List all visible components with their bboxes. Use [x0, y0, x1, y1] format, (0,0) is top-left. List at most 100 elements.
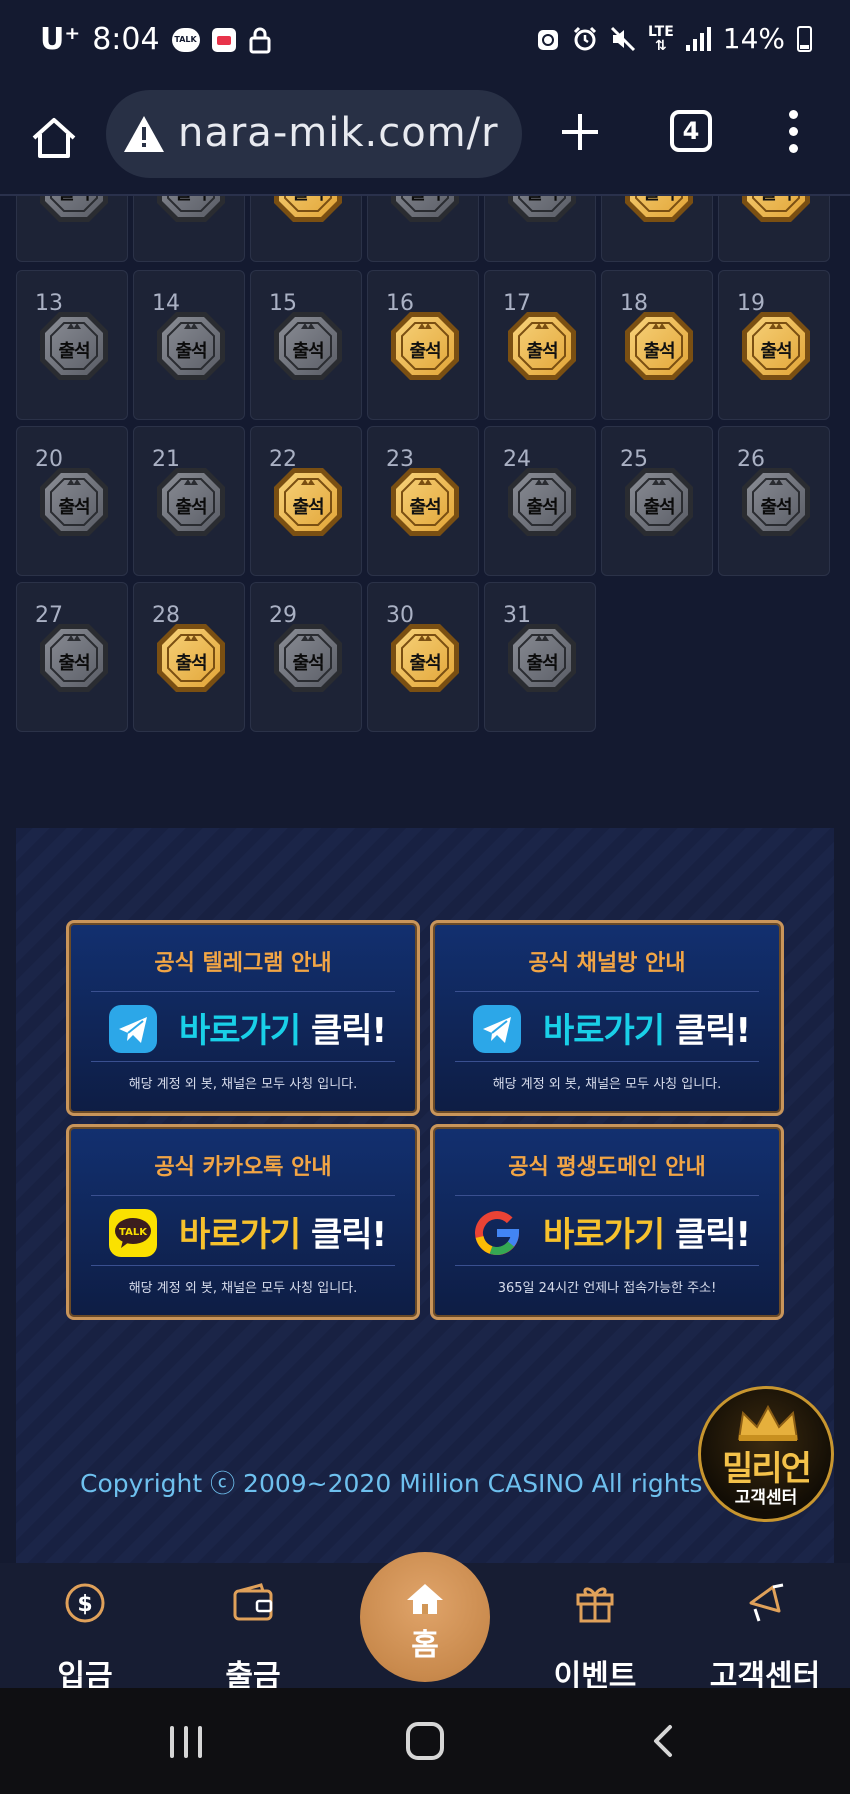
attendance-badge-gray: 출석 [37, 196, 111, 225]
lock-icon [249, 27, 271, 53]
system-home-icon[interactable] [406, 1722, 444, 1760]
attendance-label: 출석 [526, 341, 558, 362]
recycle-icon [538, 29, 559, 50]
attendance-badge-gray: 출석 [388, 196, 462, 225]
attendance-label: 출석 [760, 497, 792, 518]
calendar-day-cell: 15 출석 [250, 270, 362, 420]
attendance-badge-gray: 출석 [622, 465, 696, 539]
calendar-day-cell: 27 출석 [16, 582, 128, 732]
attendance-badge-gray: 출석 [271, 309, 345, 383]
kakaotalk-icon-text: TALK [119, 1227, 148, 1238]
customer-center-floating-button[interactable]: 밀리언 고객센터 [698, 1386, 834, 1522]
attendance-label: 출석 [409, 341, 441, 362]
nav-event[interactable]: 이벤트 [520, 1575, 670, 1694]
address-bar[interactable]: nara-mik.com/r [106, 90, 522, 178]
crown-icon [737, 1404, 799, 1441]
calendar-day-cell: 출석 [367, 196, 479, 262]
back-icon[interactable] [648, 1724, 678, 1758]
calendar-day-cell: 26 출석 [718, 426, 830, 576]
calendar-day-cell: 28 출석 [133, 582, 245, 732]
calendar-day-cell: 24 출석 [484, 426, 596, 576]
attendance-badge-gold: 출석 [388, 621, 462, 695]
home-icon [407, 1584, 443, 1614]
telegram-banner[interactable]: 공식 텔레그램 안내 바로가기 클릭! 해당 계정 외 봇, 채널은 모두 사칭… [66, 920, 420, 1116]
attendance-label: 출석 [739, 196, 813, 205]
calendar-day-cell: 19 출석 [718, 270, 830, 420]
telegram-icon [473, 1005, 521, 1053]
calendar-day-cell: 13 출석 [16, 270, 128, 420]
megaphone-icon [749, 1583, 784, 1622]
nav-deposit[interactable]: $ 입금 [10, 1575, 160, 1694]
attendance-label: 출석 [292, 341, 324, 362]
cta-text: 바로가기 [543, 1011, 665, 1051]
attendance-badge-gold: 출석 [154, 621, 228, 695]
attendance-badge-gray: 출석 [37, 465, 111, 539]
banner-title: 공식 평생도메인 안내 [508, 1155, 706, 1180]
attendance-badge-gold: 출석 [739, 196, 813, 225]
copyright-text: Copyright ⓒ 2009~2020 Million CASINO All… [80, 1469, 760, 1498]
battery-level: 14% [722, 22, 785, 55]
calendar-day-cell: 31 출석 [484, 582, 596, 732]
svg-text:$: $ [77, 1592, 92, 1617]
calendar-day-cell: 30 출석 [367, 582, 479, 732]
attendance-badge-gray: 출석 [154, 309, 228, 383]
mute-icon [610, 26, 636, 51]
tab-count: 4 [682, 117, 700, 145]
attendance-badge-gray: 출석 [505, 621, 579, 695]
attendance-label: 출석 [388, 196, 462, 205]
carrier-label: U⁺ [40, 22, 81, 57]
attendance-label: 출석 [292, 653, 324, 674]
calendar-day-cell: 21 출석 [133, 426, 245, 576]
calendar-day-cell: 출석 [601, 196, 713, 262]
calendar-day-cell: 25 출석 [601, 426, 713, 576]
attendance-label: 출석 [526, 653, 558, 674]
calendar-day-cell: 20 출석 [16, 426, 128, 576]
attendance-badge-gray: 출석 [505, 465, 579, 539]
kakaotalk-banner[interactable]: 공식 카카오톡 안내 TALK 바로가기 클릭! 해당 계정 외 봇, 채널은 … [66, 1124, 420, 1320]
channel-banner[interactable]: 공식 채널방 안내 바로가기 클릭! 해당 계정 외 봇, 채널은 모두 사칭 … [430, 920, 784, 1116]
attendance-badge-gray: 출석 [271, 621, 345, 695]
attendance-badge-gold: 출석 [739, 309, 813, 383]
calendar-day-cell: 16 출석 [367, 270, 479, 420]
status-bar: U⁺ 8:04 TALK LTE ⇅ 14% [0, 0, 850, 84]
attendance-badge-gray: 출석 [37, 621, 111, 695]
gift-icon [576, 1587, 614, 1623]
overflow-menu-icon[interactable] [786, 110, 800, 154]
nav-withdraw[interactable]: 출금 [178, 1575, 328, 1694]
attendance-badge-gold: 출석 [388, 465, 462, 539]
attendance-badge-gold: 출석 [622, 196, 696, 225]
warning-icon[interactable] [122, 112, 166, 156]
domain-banner[interactable]: 공식 평생도메인 안내 바로가기 클릭! 365일 24시간 언제나 접속가능한… [430, 1124, 784, 1320]
attendance-badge-gold: 출석 [271, 196, 345, 225]
attendance-label: 출석 [58, 653, 90, 674]
banner-title: 공식 채널방 안내 [528, 951, 686, 976]
banner-cta: 바로가기 클릭! [179, 1003, 387, 1052]
attendance-label: 출석 [409, 497, 441, 518]
new-tab-icon[interactable] [556, 108, 604, 156]
calendar-day-cell: 18 출석 [601, 270, 713, 420]
recent-apps-icon[interactable] [170, 1726, 206, 1758]
nav-home[interactable]: 홈 [360, 1552, 490, 1682]
cta-click: 클릭! [674, 1011, 751, 1051]
customer-center-label: 고객센터 [734, 1488, 798, 1508]
browser-toolbar: nara-mik.com/r 4 [0, 84, 850, 196]
attendance-calendar: 출석출석출석출석출석출석출석13출석14출석15출석16출석17출석18출석19… [0, 196, 850, 756]
cta-click: 클릭! [310, 1011, 387, 1051]
nav-support[interactable]: 고객센터 [690, 1575, 840, 1694]
attendance-badge-gray: 출석 [154, 465, 228, 539]
calendar-day-cell: 출석 [133, 196, 245, 262]
lte-label: LTE [648, 23, 674, 40]
attendance-label: 출석 [37, 196, 111, 205]
url-text[interactable]: nara-mik.com/r [178, 110, 499, 156]
banner-cta: 바로가기 클릭! [543, 1003, 751, 1052]
attendance-badge-gold: 출석 [388, 309, 462, 383]
attendance-badge-gray: 출석 [154, 196, 228, 225]
calendar-day-cell: 출석 [718, 196, 830, 262]
home-icon[interactable] [28, 112, 80, 164]
cta-click: 클릭! [674, 1215, 751, 1255]
attendance-badge-gold: 출석 [622, 309, 696, 383]
google-icon [475, 1211, 520, 1256]
calendar-day-cell: 14 출석 [133, 270, 245, 420]
attendance-label: 출석 [622, 196, 696, 205]
tab-switcher-button[interactable]: 4 [670, 110, 712, 152]
